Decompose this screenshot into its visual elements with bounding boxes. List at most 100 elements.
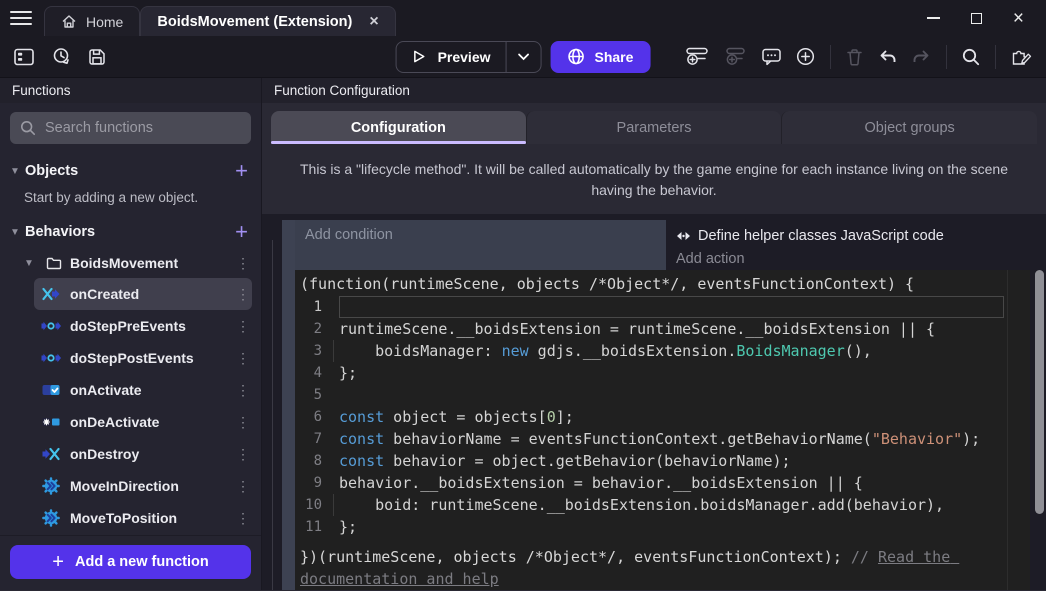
- search-box[interactable]: [10, 112, 251, 144]
- save-icon[interactable]: [88, 48, 106, 66]
- tab-object-groups[interactable]: Object groups: [781, 111, 1037, 144]
- plus-icon: +: [52, 551, 64, 574]
- search-icon[interactable]: [962, 48, 980, 66]
- chevron-down-icon[interactable]: ▼: [24, 258, 38, 269]
- edit-extension-icon[interactable]: [1011, 47, 1032, 66]
- step-icon: [40, 352, 61, 364]
- search-input[interactable]: [45, 120, 241, 136]
- objects-empty-hint: Start by adding a new object.: [0, 185, 261, 205]
- tab-home[interactable]: Home: [44, 6, 140, 36]
- item-menu-icon[interactable]: ⋮: [236, 350, 248, 367]
- code-line-9[interactable]: 9behavior.__boidsExtension = behavior.__…: [295, 472, 1030, 494]
- add-circle-icon[interactable]: [796, 47, 815, 66]
- functions-sidebar: Functions ▼ Objects + Start by adding a …: [0, 78, 262, 590]
- close-icon[interactable]: ×: [1013, 9, 1024, 28]
- behavior-group-label: BoidsMovement: [70, 255, 228, 271]
- item-menu-icon[interactable]: ⋮: [236, 255, 248, 272]
- code-line-1[interactable]: 1: [295, 296, 1030, 318]
- add-action-button[interactable]: Add action: [676, 248, 1030, 270]
- code-line-6[interactable]: 6const object = objects[0];: [295, 406, 1030, 428]
- add-function-button[interactable]: + Add a new function: [10, 545, 251, 579]
- search-icon: [20, 120, 36, 136]
- sidebar-item-onCreated[interactable]: onCreated⋮: [34, 278, 252, 310]
- code-line-7[interactable]: 7const behaviorName = eventsFunctionCont…: [295, 428, 1030, 450]
- home-icon: [61, 14, 77, 29]
- lifecycle-created-icon: [40, 287, 61, 301]
- project-manager-icon[interactable]: [14, 48, 34, 66]
- line-number: 6: [295, 406, 339, 428]
- folder-icon: [46, 256, 62, 270]
- function-configuration-panel: Function Configuration Configuration Par…: [262, 78, 1046, 590]
- toolbar-left-icons: [0, 47, 106, 66]
- preview-dropdown-button[interactable]: [507, 42, 541, 72]
- undo-icon[interactable]: [878, 49, 897, 65]
- code-wrapper-header: (function(runtimeScene, objects /*Object…: [295, 272, 1030, 296]
- item-menu-icon[interactable]: ⋮: [236, 510, 248, 527]
- item-menu-icon[interactable]: ⋮: [236, 286, 248, 303]
- preview-label: Preview: [438, 49, 491, 65]
- code-wrapper-footer: })(runtimeScene, objects /*Object*/, eve…: [295, 546, 1021, 590]
- add-condition-button[interactable]: Add condition: [295, 220, 666, 270]
- code-line-8[interactable]: 8const behavior = object.getBehavior(beh…: [295, 450, 1030, 472]
- item-menu-icon[interactable]: ⋮: [236, 478, 248, 495]
- sidebar-item-onDeActivate[interactable]: onDeActivate⋮: [34, 406, 252, 438]
- code-line-3[interactable]: 3 boidsManager: new gdjs.__boidsExtensio…: [295, 340, 1030, 362]
- add-event-icon[interactable]: [686, 47, 709, 66]
- history-icon[interactable]: [51, 47, 71, 66]
- behaviors-section-header[interactable]: ▼ Behaviors +: [0, 218, 261, 246]
- share-label: Share: [595, 49, 634, 65]
- add-behavior-button[interactable]: +: [232, 222, 251, 242]
- minimize-icon[interactable]: [927, 17, 940, 19]
- tab-extension[interactable]: BoidsMovement (Extension) ×: [140, 6, 395, 36]
- item-menu-icon[interactable]: ⋮: [236, 414, 248, 431]
- code-line-11[interactable]: 11};: [295, 516, 1030, 538]
- add-comment-icon[interactable]: [762, 48, 781, 66]
- destroy-icon: [40, 447, 61, 461]
- chevron-down-icon[interactable]: ▼: [10, 227, 24, 238]
- item-menu-icon[interactable]: ⋮: [236, 446, 248, 463]
- titlebar: Home BoidsMovement (Extension) × ×: [0, 0, 1046, 36]
- objects-section-label: Objects: [24, 163, 232, 179]
- item-menu-icon[interactable]: ⋮: [236, 382, 248, 399]
- maximize-icon[interactable]: [971, 13, 982, 24]
- objects-section-header[interactable]: ▼ Objects +: [0, 157, 261, 185]
- tab-home-label: Home: [86, 14, 123, 30]
- event-drag-handle[interactable]: [282, 220, 295, 590]
- line-number: 7: [295, 428, 339, 450]
- event-action-title[interactable]: Define helper classes JavaScript code: [676, 224, 1030, 248]
- code-line-4[interactable]: 4};: [295, 362, 1030, 384]
- behaviors-section-label: Behaviors: [24, 224, 232, 240]
- line-number: 9: [295, 472, 339, 494]
- sidebar-item-onDestroy[interactable]: onDestroy⋮: [34, 438, 252, 470]
- panel-title: Function Configuration: [262, 78, 1046, 103]
- sidebar-item-doStepPreEvents[interactable]: doStepPreEvents⋮: [34, 310, 252, 342]
- behavior-group-boidsmovement[interactable]: ▼ BoidsMovement ⋮: [0, 248, 261, 278]
- add-object-button[interactable]: +: [232, 161, 251, 181]
- js-code-event[interactable]: Add condition Define helper classes Java…: [282, 220, 1030, 590]
- events-sheet: Add condition Define helper classes Java…: [262, 214, 1046, 590]
- sidebar-item-MoveToPosition[interactable]: MoveToPosition⋮: [34, 502, 252, 534]
- toolbar: Preview Share: [0, 36, 1046, 78]
- tab-configuration[interactable]: Configuration: [271, 111, 526, 144]
- play-icon: [412, 49, 427, 64]
- item-menu-icon[interactable]: ⋮: [236, 318, 248, 335]
- tab-close-icon[interactable]: ×: [369, 14, 378, 30]
- line-number: 2: [295, 318, 339, 340]
- panel-scrollbar[interactable]: [1035, 270, 1044, 514]
- share-button[interactable]: Share: [551, 41, 651, 73]
- line-number: 8: [295, 450, 339, 472]
- chevron-down-icon[interactable]: ▼: [10, 166, 24, 177]
- sidebar-item-MoveInDirection[interactable]: MoveInDirection⋮: [34, 470, 252, 502]
- menu-icon[interactable]: [10, 7, 32, 29]
- preview-button[interactable]: Preview: [396, 41, 542, 73]
- tab-parameters[interactable]: Parameters: [526, 111, 782, 144]
- toolbar-separator: [830, 45, 831, 69]
- code-line-10[interactable]: 10 boid: runtimeScene.__boidsExtension.b…: [295, 494, 1030, 516]
- code-editor[interactable]: (function(runtimeScene, objects /*Object…: [295, 270, 1030, 590]
- code-line-5[interactable]: 5: [295, 384, 1030, 406]
- line-number: 11: [295, 516, 339, 538]
- sidebar-title: Functions: [0, 78, 261, 103]
- code-line-2[interactable]: 2runtimeScene.__boidsExtension = runtime…: [295, 318, 1030, 340]
- sidebar-item-onActivate[interactable]: onActivate⋮: [34, 374, 252, 406]
- sidebar-item-doStepPostEvents[interactable]: doStepPostEvents⋮: [34, 342, 252, 374]
